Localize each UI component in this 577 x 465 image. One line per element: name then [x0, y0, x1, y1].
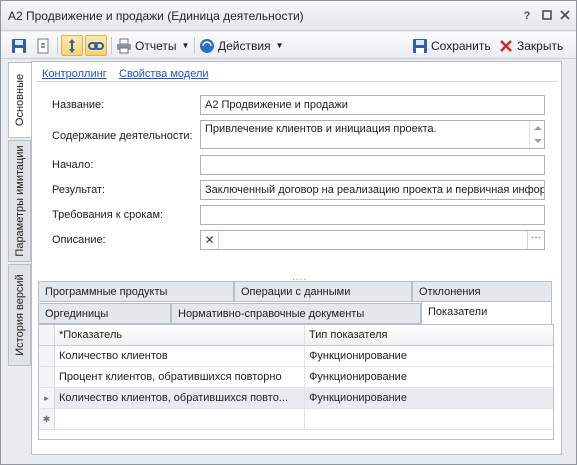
side-tab-history[interactable]: История версий [8, 264, 31, 366]
content-field[interactable]: Привлечение клиентов и инициация проекта… [200, 120, 545, 149]
help-button[interactable]: ? [520, 9, 534, 23]
side-tab-label: История версий [13, 274, 26, 356]
chain-link-icon [88, 38, 104, 54]
save-label: Сохранить [431, 38, 491, 53]
tab-reference-documents[interactable]: Нормативно-справочные документы [171, 303, 421, 324]
cell-type[interactable]: Функционирование [305, 388, 553, 408]
close-button[interactable]: Закрыть [498, 35, 563, 56]
result-label: Результат: [52, 184, 106, 196]
tab-data-operations[interactable]: Операции с данными [234, 281, 412, 302]
window-title: А2 Продвижение и продажи (Единица деятел… [8, 9, 304, 23]
indicators-grid: *Показатель Тип показателя Количество кл… [38, 324, 554, 440]
cell-indicator[interactable]: Процент клиентов, обратившихся повторно [55, 367, 305, 387]
links-bar: Контроллинг Свойства модели [36, 65, 558, 82]
clear-icon[interactable]: ✕ [201, 231, 219, 249]
column-header-indicator[interactable]: *Показатель [55, 325, 305, 345]
new-row-icon: ✱ [39, 409, 55, 429]
main-panel: Контроллинг Свойства модели Название: А2… [31, 61, 562, 455]
arrows-vertical-icon [64, 38, 80, 54]
name-label: Название: [52, 99, 105, 111]
maximize-icon[interactable] [540, 9, 554, 23]
tab-deviations[interactable]: Отклонения [412, 281, 552, 302]
save-icon-button[interactable] [11, 35, 27, 56]
name-field[interactable]: А2 Продвижение и продажи [200, 95, 545, 115]
link-button[interactable] [85, 35, 107, 56]
reports-label: Отчеты [135, 38, 177, 53]
cell-indicator[interactable]: Количество клиентов [55, 346, 305, 366]
table-row-current[interactable]: ▸ Количество клиентов, обратившихся повт… [39, 388, 553, 409]
floppy-icon [412, 38, 428, 54]
detail-tabs: Программные продукты Операции с данными … [38, 281, 558, 325]
save-button[interactable]: Сохранить [412, 35, 491, 56]
document-refresh-icon [35, 38, 51, 54]
content-label: Содержание деятельности: [52, 130, 193, 142]
chevron-down-icon: ▼ [275, 41, 284, 50]
tab-org-units[interactable]: Оргединицы [38, 303, 171, 324]
cell-type[interactable]: Функционирование [305, 346, 553, 366]
result-field[interactable]: Заключенный договор на реализацию проект… [200, 180, 545, 200]
tab-indicators[interactable]: Показатели [421, 301, 552, 324]
toolbar: Отчеты ▼ Действия ▼ Сохранить Закрыть [1, 32, 576, 59]
start-label: Начало: [52, 159, 94, 171]
close-icon [498, 38, 514, 54]
cell-indicator[interactable]: Количество клиентов, обратившихся повто.… [55, 388, 305, 408]
side-tab-main[interactable]: Основные [8, 62, 31, 138]
content-value: Привлечение клиентов и инициация проекта… [205, 123, 437, 135]
cell-type[interactable]: Функционирование [305, 367, 553, 387]
reports-dropdown[interactable]: Отчеты ▼ [116, 35, 189, 56]
link-controlling[interactable]: Контроллинг [42, 68, 107, 80]
column-header-type[interactable]: Тип показателя [305, 325, 553, 345]
title-bar: А2 Продвижение и продажи (Единица деятел… [1, 1, 576, 31]
table-row[interactable]: Процент клиентов, обратившихся повторно … [39, 367, 553, 388]
ellipsis-button[interactable]: ··· [527, 231, 544, 249]
move-mode-button[interactable] [61, 35, 83, 56]
table-row[interactable]: Количество клиентов Функционирование [39, 346, 553, 367]
close-label: Закрыть [517, 38, 564, 53]
description-label: Описание: [52, 234, 106, 246]
printer-icon [116, 38, 132, 54]
tab-software[interactable]: Программные продукты [38, 281, 234, 302]
window: А2 Продвижение и продажи (Единица деятел… [0, 0, 577, 465]
side-tab-label: Параметры имитации [13, 145, 26, 257]
floppy-icon [11, 38, 27, 54]
description-lookup[interactable]: ✕ ··· [200, 230, 545, 250]
actions-dropdown[interactable]: Действия ▼ [199, 35, 284, 56]
current-row-indicator-icon: ▸ [39, 388, 55, 408]
grid-header: *Показатель Тип показателя [39, 325, 553, 346]
globe-icon [199, 38, 215, 54]
deadline-field[interactable] [200, 205, 545, 225]
chevron-down-icon: ▼ [181, 41, 190, 50]
start-field[interactable] [200, 155, 545, 175]
content-scrollbar[interactable] [529, 121, 544, 148]
link-model-properties[interactable]: Свойства модели [119, 68, 209, 80]
side-tab-label: Основные [14, 73, 26, 127]
close-window-icon[interactable] [558, 9, 572, 23]
new-row[interactable]: ✱ [39, 409, 553, 430]
refresh-button[interactable] [35, 35, 51, 56]
actions-label: Действия [218, 38, 271, 53]
deadline-label: Требования к срокам: [52, 209, 164, 221]
side-tab-simulation[interactable]: Параметры имитации [8, 140, 31, 262]
